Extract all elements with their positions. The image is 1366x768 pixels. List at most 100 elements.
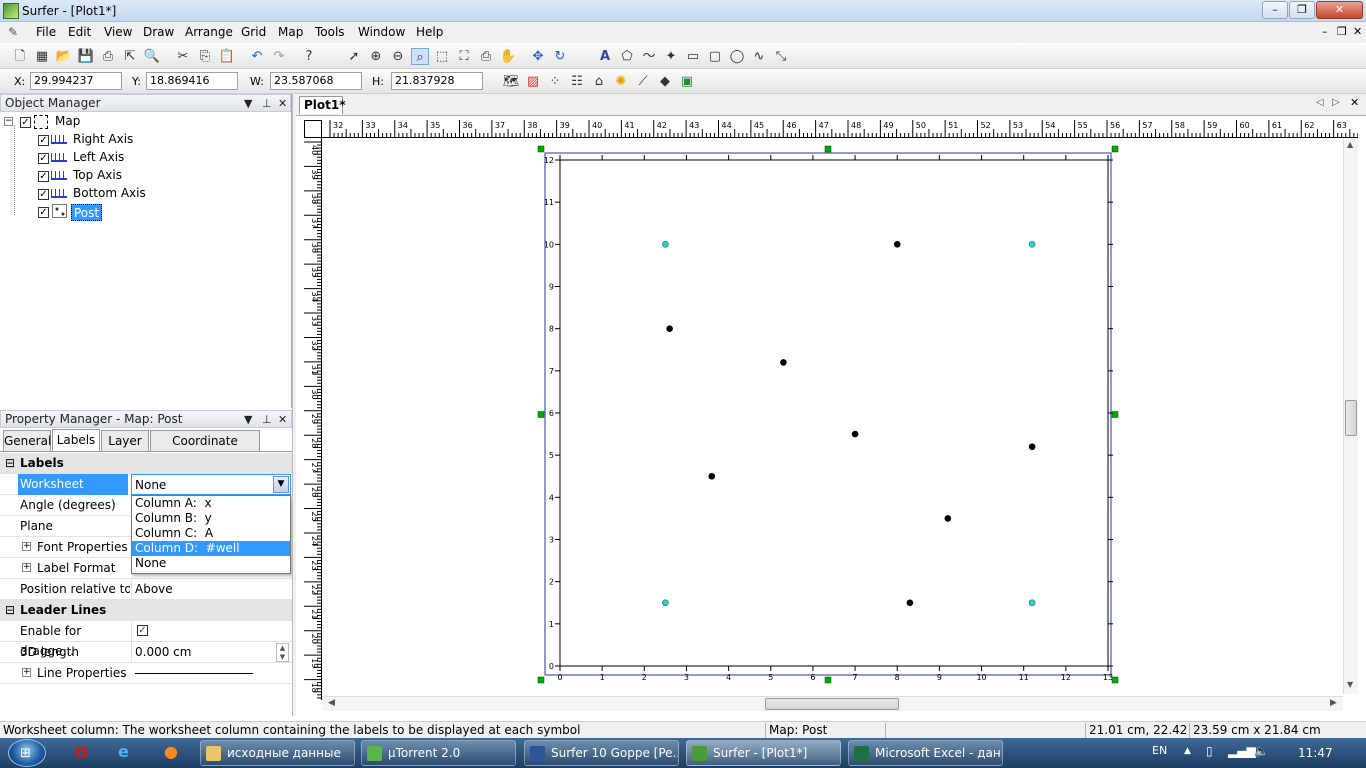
- mdi-minimize-icon[interactable]: –: [1322, 25, 1328, 38]
- print-preview-icon[interactable]: 🔍: [143, 48, 161, 65]
- zoom-out-icon[interactable]: ⊖: [389, 48, 407, 65]
- taskbar-item-excel[interactable]: Microsoft Excel - дан...: [848, 740, 1003, 766]
- vertical-scrollbar[interactable]: ▲ ▼: [1343, 138, 1358, 694]
- show-hidden-icons-icon[interactable]: ▲: [1184, 746, 1191, 756]
- bottom-axis-checkbox[interactable]: ✓: [38, 189, 49, 200]
- tab-coordinate-system[interactable]: Coordinate System: [150, 430, 260, 468]
- minimize-button[interactable]: –: [1262, 1, 1288, 19]
- top-axis-checkbox[interactable]: ✓: [38, 171, 49, 182]
- battery-icon[interactable]: ▯: [1206, 744, 1213, 758]
- w-field[interactable]: 23.587068: [270, 72, 362, 90]
- paste-icon[interactable]: 📋: [218, 48, 236, 65]
- menu-tools[interactable]: Tools: [315, 25, 345, 39]
- option-column-b[interactable]: Column B: y: [132, 511, 290, 526]
- pin-icon[interactable]: ⊥: [262, 96, 272, 112]
- position-value[interactable]: Above: [131, 579, 291, 600]
- export-icon[interactable]: ⇱: [121, 48, 139, 65]
- map-checkbox[interactable]: ✓: [20, 117, 31, 128]
- scroll-up-icon[interactable]: ▲: [1347, 140, 1353, 149]
- scroll-right-icon[interactable]: ▶: [1330, 698, 1337, 708]
- y-field[interactable]: 18.869416: [146, 72, 238, 90]
- document-close-icon[interactable]: ✕: [1350, 96, 1359, 109]
- tab-labels[interactable]: Labels: [52, 429, 100, 451]
- firefox-icon[interactable]: ●: [164, 742, 178, 761]
- text-icon[interactable]: A: [596, 48, 614, 65]
- menu-window[interactable]: Window: [358, 25, 405, 39]
- vector-map-icon[interactable]: ✺: [612, 73, 630, 90]
- option-column-a[interactable]: Column A: x: [132, 496, 290, 511]
- volume-icon[interactable]: 🔈: [1254, 744, 1269, 758]
- tab-scroll-left-icon[interactable]: ◁: [1316, 97, 1324, 108]
- option-none[interactable]: None: [132, 556, 290, 571]
- mdi-restore-icon[interactable]: ❐: [1337, 25, 1347, 38]
- vertical-scroll-thumb[interactable]: [1345, 400, 1357, 436]
- spinner-icon[interactable]: ▲ ▼: [276, 643, 289, 662]
- tab-general[interactable]: General: [3, 430, 51, 451]
- copy-icon[interactable]: ⎘: [196, 48, 214, 65]
- ellipse-icon[interactable]: ◯: [728, 48, 746, 65]
- language-indicator[interactable]: EN: [1152, 744, 1167, 757]
- expand-icon[interactable]: +: [22, 563, 31, 572]
- start-button[interactable]: ⊞: [8, 739, 46, 767]
- horizontal-scrollbar[interactable]: ◀ ▶: [322, 696, 1343, 711]
- menu-arrange[interactable]: Arrange: [185, 25, 233, 39]
- tree-item-top-axis[interactable]: Top Axis: [73, 167, 122, 184]
- taskbar-item-word[interactable]: Surfer 10 Goppe [Pe...: [524, 740, 679, 766]
- option-column-d[interactable]: Column D: #well: [132, 541, 290, 556]
- redo-icon[interactable]: ↷: [270, 48, 288, 65]
- panel-menu-icon[interactable]: ▼: [244, 412, 252, 428]
- tree-item-left-axis[interactable]: Left Axis: [73, 149, 124, 166]
- opera-icon[interactable]: O: [74, 743, 88, 762]
- image-icon[interactable]: ▣: [678, 73, 696, 90]
- panel-close-icon[interactable]: ✕: [278, 96, 287, 112]
- select-arrow-icon[interactable]: ➚: [345, 48, 363, 65]
- panel-menu-icon[interactable]: ▼: [244, 96, 252, 112]
- new-worksheet-icon[interactable]: ▦: [33, 48, 51, 65]
- menu-map[interactable]: Map: [278, 25, 303, 39]
- menu-edit[interactable]: Edit: [68, 25, 91, 39]
- menu-file[interactable]: File: [36, 25, 56, 39]
- scroll-left-icon[interactable]: ◀: [328, 698, 335, 708]
- section-labels[interactable]: ⊟ Labels: [0, 453, 292, 474]
- menu-draw[interactable]: Draw: [143, 25, 174, 39]
- enable-drag-checkbox[interactable]: ✓: [137, 625, 148, 636]
- redraw-icon[interactable]: ↻: [551, 48, 569, 65]
- reshape-icon[interactable]: ⤡: [772, 48, 790, 65]
- post-map-plot[interactable]: 0 1 2 3 4 5 6 7 8 9 10 11 12 130123456789101112: [322, 138, 1348, 694]
- zoom-extents-icon[interactable]: ⛶: [455, 48, 473, 65]
- new-plot-icon[interactable]: 🗋: [11, 48, 29, 65]
- collapse-icon[interactable]: ⊟: [5, 600, 15, 620]
- help-pointer-icon[interactable]: ?: [300, 48, 318, 65]
- undo-icon[interactable]: ↶: [248, 48, 266, 65]
- polyline-icon[interactable]: 〜: [640, 48, 658, 65]
- spline-icon[interactable]: ∿: [750, 48, 768, 65]
- chevron-down-icon[interactable]: ▼: [273, 476, 289, 493]
- save-icon[interactable]: 💾: [77, 48, 95, 65]
- internet-explorer-icon[interactable]: e: [118, 742, 129, 761]
- expand-icon[interactable]: +: [22, 668, 31, 677]
- image-map-icon[interactable]: ▨: [524, 73, 542, 90]
- collapse-map-icon[interactable]: −: [4, 117, 13, 126]
- zoom-page-icon[interactable]: ⎙: [477, 48, 495, 65]
- axes-icon[interactable]: ⟋: [634, 73, 652, 90]
- mdi-close-icon[interactable]: ✕: [1353, 25, 1362, 38]
- tree-item-map[interactable]: Map: [55, 113, 80, 130]
- menu-grid[interactable]: Grid: [241, 25, 266, 39]
- h-field[interactable]: 21.837928: [391, 72, 483, 90]
- shaded-relief-icon[interactable]: ⌂: [590, 73, 608, 90]
- panel-close-icon[interactable]: ✕: [278, 412, 287, 428]
- horizontal-scroll-thumb[interactable]: [765, 698, 899, 710]
- symbol-icon[interactable]: ✦: [662, 48, 680, 65]
- x-field[interactable]: 29.994237: [30, 72, 122, 90]
- zoom-in-icon[interactable]: ⊕: [367, 48, 385, 65]
- menu-help[interactable]: Help: [416, 25, 443, 39]
- classed-post-map-icon[interactable]: ☷: [568, 73, 586, 90]
- tab-plot1[interactable]: Plot1*: [299, 96, 346, 114]
- left-axis-checkbox[interactable]: ✓: [38, 153, 49, 164]
- taskbar-item-folder[interactable]: исходные данные: [200, 740, 355, 766]
- taskbar-item-utorrent[interactable]: µTorrent 2.0: [361, 740, 516, 766]
- cut-icon[interactable]: ✂: [174, 48, 192, 65]
- scroll-down-icon[interactable]: ▼: [1347, 680, 1353, 689]
- worksheet-column-select[interactable]: None: [131, 474, 291, 495]
- length-3d-field[interactable]: 0.000 cm: [131, 642, 291, 663]
